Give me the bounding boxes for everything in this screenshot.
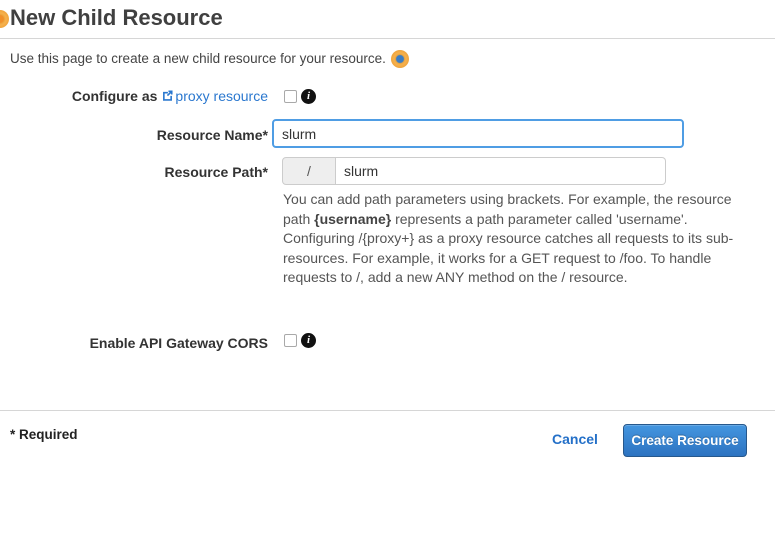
path-prefix-addon: / [282,157,336,185]
proxy-resource-link[interactable]: proxy resource [157,88,268,104]
new-child-resource-page: New Child Resource Use this page to crea… [0,0,775,551]
hint-beacon-partial-icon [0,10,9,28]
intro-text: Use this page to create a new child reso… [10,50,409,68]
required-note: * Required [10,427,78,442]
enable-cors-label: Enable API Gateway CORS [89,335,268,351]
resource-path-group: / [282,157,666,185]
configure-as-proxy-checkbox[interactable] [284,90,297,103]
cors-info-icon[interactable]: i [301,333,316,348]
cancel-button[interactable]: Cancel [552,431,598,447]
resource-name-label: Resource Name* [156,127,268,143]
external-link-icon [161,89,174,102]
hint-beacon-icon[interactable] [390,50,409,68]
page-title: New Child Resource [10,5,223,30]
path-help-text: You can add path parameters using bracke… [283,191,734,285]
footer-divider [0,410,775,411]
enable-cors-checkbox[interactable] [284,334,297,347]
create-resource-button[interactable]: Create Resource [623,424,747,457]
intro-text-label: Use this page to create a new child reso… [10,51,386,66]
resource-path-label: Resource Path* [164,164,268,180]
proxy-info-icon[interactable]: i [301,89,316,104]
resource-name-input[interactable] [272,119,684,148]
path-help-bold: {username} [314,210,392,227]
configure-as-label: Configure as proxy resource [71,88,268,104]
resource-path-input[interactable] [336,157,666,185]
header-divider [0,38,775,39]
